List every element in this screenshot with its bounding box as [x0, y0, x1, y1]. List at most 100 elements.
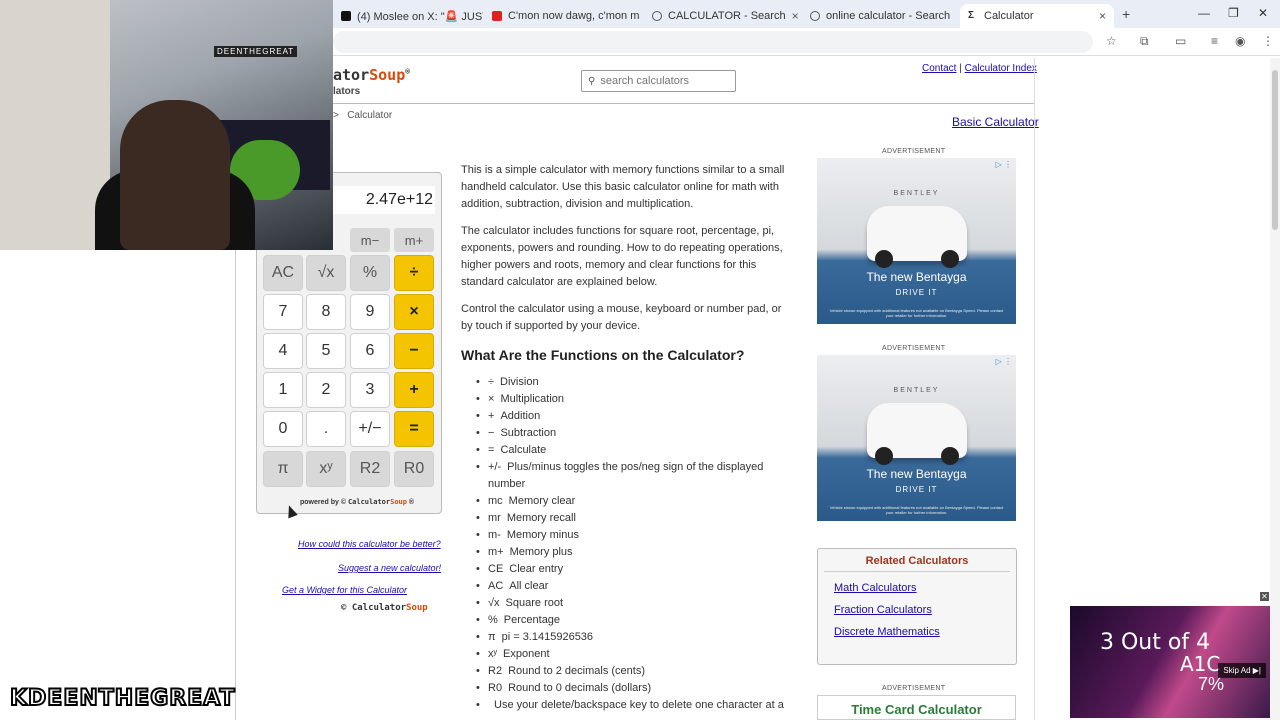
- tab-online-calculator-search[interactable]: online calculator - Search ×: [802, 4, 956, 28]
- calc-key[interactable]: 4: [263, 333, 303, 369]
- bentley-ad[interactable]: ▷ ⋮ BENTLEY The new Bentayga DRIVE IT Ve…: [817, 355, 1016, 521]
- webcam-wall: [0, 0, 110, 250]
- function-item: Use your delete/backspace key to delete …: [476, 697, 796, 714]
- function-description: pi = 3.1415926536: [501, 631, 594, 643]
- minimize-button[interactable]: —: [1198, 6, 1210, 20]
- function-description: Calculate: [500, 444, 547, 456]
- site-search[interactable]: ⚲: [581, 70, 736, 92]
- restore-button[interactable]: ❐: [1228, 6, 1239, 20]
- calc-key[interactable]: ×: [394, 294, 434, 330]
- window-close-button[interactable]: ✕: [1258, 6, 1268, 20]
- powered-soup: Soup: [390, 498, 407, 506]
- related-title: Related Calculators: [865, 555, 969, 567]
- powered-by: powered by © CalculatorSoup ®: [300, 498, 414, 506]
- calc-key[interactable]: 5: [306, 333, 346, 369]
- copyright-symbol: ©: [341, 603, 347, 613]
- scrollbar-thumb[interactable]: [1272, 70, 1278, 230]
- powered-brand: Calculator: [347, 498, 391, 506]
- tab-label: CALCULATOR - Search: [668, 10, 786, 22]
- address-bar[interactable]: [333, 31, 1093, 53]
- bookmark-star-icon[interactable]: ☆: [1106, 34, 1117, 48]
- function-symbol: +: [488, 410, 495, 422]
- calc-key[interactable]: π: [263, 451, 303, 487]
- extensions-icon[interactable]: ⧉: [1140, 34, 1149, 49]
- calc-key[interactable]: 7: [263, 294, 303, 330]
- calc-key[interactable]: R0: [394, 451, 434, 487]
- function-item: −Subtraction: [476, 425, 796, 442]
- controls-paragraph: Control the calculator using a mouse, ke…: [461, 303, 782, 332]
- calculator-index-link[interactable]: Calculator Index: [965, 63, 1037, 74]
- logo-soup: Soup: [369, 66, 406, 84]
- adchoices-icon[interactable]: ▷ ⋮: [996, 357, 1012, 366]
- logo-reg: ®: [405, 67, 411, 76]
- close-tab-icon[interactable]: ×: [1099, 9, 1106, 23]
- calc-key[interactable]: %: [350, 255, 390, 291]
- function-item: ÷ Division: [476, 374, 796, 391]
- function-item: √x Square root: [476, 595, 796, 612]
- tab-cmon-now[interactable]: C'mon now dawg, c'mon mane ×: [484, 4, 640, 28]
- function-item: +/-Plus/minus toggles the pos/neg sign o…: [476, 459, 796, 493]
- calc-key[interactable]: 8: [306, 294, 346, 330]
- calc-key[interactable]: √x: [306, 255, 346, 291]
- calc-key[interactable]: ÷: [394, 255, 434, 291]
- calc-key[interactable]: =: [394, 411, 434, 447]
- site-logo[interactable]: atorSoup®: [333, 66, 410, 84]
- fraction-calculators-link[interactable]: Fraction Calculators: [834, 604, 1016, 616]
- search-input[interactable]: [600, 75, 726, 87]
- math-calculators-link[interactable]: Math Calculators: [834, 582, 1016, 594]
- wheel-icon: [875, 447, 893, 465]
- calc-key[interactable]: 2: [306, 372, 346, 408]
- video-ad-close-icon[interactable]: ✕: [1260, 592, 1269, 601]
- tab-calculator-search[interactable]: CALCULATOR - Search ×: [644, 4, 798, 28]
- webcam-banner: DEENTHEGREAT: [214, 46, 298, 57]
- bentley-ad[interactable]: ▷ ⋮ BENTLEY The new Bentayga DRIVE IT Ve…: [817, 158, 1016, 324]
- tab-label: online calculator - Search: [826, 10, 951, 22]
- calc-key[interactable]: AC: [263, 255, 303, 291]
- time-card-ad[interactable]: Time Card Calculator: [817, 695, 1016, 720]
- cast-icon[interactable]: ▭: [1175, 34, 1186, 48]
- calc-key[interactable]: R2: [350, 451, 390, 487]
- discrete-mathematics-link[interactable]: Discrete Mathematics: [834, 626, 1016, 638]
- get-widget-link[interactable]: Get a Widget for this Calculator: [282, 585, 407, 595]
- profile-icon[interactable]: ◉: [1235, 34, 1245, 48]
- tab-moslee[interactable]: (4) Moslee on X: "🚨 JUST IN: …: [333, 4, 483, 28]
- menu-icon[interactable]: ⋮: [1262, 34, 1274, 48]
- calc-key[interactable]: .: [306, 411, 346, 447]
- key-memory-minus[interactable]: m−: [350, 228, 390, 252]
- function-description: Plus/minus toggles the pos/neg sign of t…: [488, 461, 764, 490]
- media-icon[interactable]: ≡: [1211, 34, 1218, 48]
- wheel-icon: [875, 250, 893, 268]
- skip-ad-button[interactable]: Skip Ad ▶|: [1218, 663, 1266, 678]
- close-tab-icon[interactable]: ×: [792, 9, 798, 23]
- function-description: All clear: [509, 580, 549, 592]
- suggest-calculator-link[interactable]: Suggest a new calculator!: [338, 563, 441, 573]
- calc-key[interactable]: 1: [263, 372, 303, 408]
- feedback-link[interactable]: How could this calculator be better?: [298, 539, 441, 549]
- page-scrollbar[interactable]: [1270, 58, 1280, 720]
- calc-key[interactable]: +: [394, 372, 434, 408]
- function-description: Memory minus: [506, 529, 579, 541]
- function-description: Exponent: [503, 648, 550, 660]
- basic-calculator-link[interactable]: Basic Calculator: [952, 115, 1039, 129]
- function-symbol: π: [488, 631, 496, 643]
- copyright-logo: © CalculatorSoup: [341, 603, 428, 613]
- calc-key[interactable]: 0: [263, 411, 303, 447]
- ad-label: ADVERTISEMENT: [882, 345, 946, 352]
- calc-key[interactable]: xʸ: [306, 451, 346, 487]
- key-memory-plus[interactable]: m+: [394, 228, 434, 252]
- new-tab-button[interactable]: +: [1122, 6, 1130, 22]
- function-item: R0 Round to 0 decimals (dollars): [476, 680, 796, 697]
- function-description: Division: [500, 376, 539, 388]
- calc-key[interactable]: 3: [350, 372, 390, 408]
- copyright-brand: Calculator: [351, 603, 407, 613]
- video-ad[interactable]: 3 Out of 4 A1C 7% Skip Ad ▶|: [1070, 606, 1270, 718]
- adchoices-icon[interactable]: ▷ ⋮: [996, 160, 1012, 169]
- function-item: mc Memory clear: [476, 493, 796, 510]
- calc-key[interactable]: −: [394, 333, 434, 369]
- tab-calculator[interactable]: Σ Calculator ×: [960, 4, 1114, 28]
- function-item: mr Memory recall: [476, 510, 796, 527]
- contact-link[interactable]: Contact: [922, 63, 956, 74]
- calc-key[interactable]: 9: [350, 294, 390, 330]
- calc-key[interactable]: 6: [350, 333, 390, 369]
- calc-key[interactable]: +/−: [350, 411, 390, 447]
